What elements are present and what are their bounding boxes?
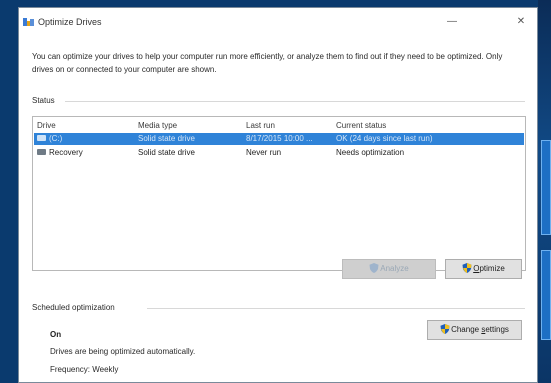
scheduled-optimization-label: Scheduled optimization [32,303,115,312]
last-run-cell: 8/17/2015 10:00 ... [246,134,313,143]
column-header-drive[interactable]: Drive [37,120,133,132]
hard-drive-icon [37,135,46,141]
schedule-frequency: Frequency: Weekly [50,365,119,374]
hard-drive-icon [37,149,46,155]
media-type-cell: Solid state drive [138,148,195,157]
uac-shield-icon [369,263,379,273]
status-group-label: Status [32,96,55,105]
scheduled-divider [147,308,525,309]
analyze-button[interactable]: Analyze [342,259,436,279]
media-type-cell: Solid state drive [138,134,195,143]
current-status-cell: Needs optimization [336,148,405,157]
minimize-button[interactable]: — [440,14,464,30]
schedule-description: Drives are being optimized automatically… [50,347,196,356]
change-settings-label-b: ettings [485,325,509,334]
drives-list[interactable]: Drive Media type Last run Current status… [32,116,526,271]
desktop-tile [541,140,551,235]
column-header-last-run[interactable]: Last run [246,120,334,132]
drive-cell: (C:) [37,133,133,145]
optimize-button[interactable]: Optimize [445,259,522,279]
column-header-current-status[interactable]: Current status [336,120,522,132]
intro-text: You can optimize your drives to help you… [32,52,503,74]
change-settings-label-a: Change [451,325,482,334]
window-title: Optimize Drives [38,17,102,27]
column-header-media-type[interactable]: Media type [138,120,243,132]
drive-cell: Recovery [37,147,133,159]
last-run-cell: Never run [246,148,282,157]
schedule-state: On [50,330,62,339]
desktop-tile [541,250,551,340]
drive-row-c[interactable]: (C:) Solid state drive 8/17/2015 10:00 .… [34,133,524,145]
optimize-drives-app-icon [23,18,34,26]
drive-row-recovery[interactable]: Recovery Solid state drive Never run Nee… [34,147,524,159]
change-settings-button[interactable]: Change settings [427,320,522,340]
current-status-cell: OK (24 days since last run) [336,134,433,143]
drive-name: Recovery [49,148,83,157]
list-header: Drive Media type Last run Current status [34,120,524,132]
uac-shield-icon [462,263,472,273]
status-divider [65,101,525,102]
optimize-drives-window: Optimize Drives — ✕ You can optimize you… [18,7,538,383]
uac-shield-icon [440,324,450,334]
analyze-label: Analyze [380,264,409,273]
drive-name: (C:) [49,134,63,143]
optimize-label: ptimize [479,264,505,273]
close-button[interactable]: ✕ [509,14,533,30]
title-bar: Optimize Drives — ✕ [19,8,537,38]
